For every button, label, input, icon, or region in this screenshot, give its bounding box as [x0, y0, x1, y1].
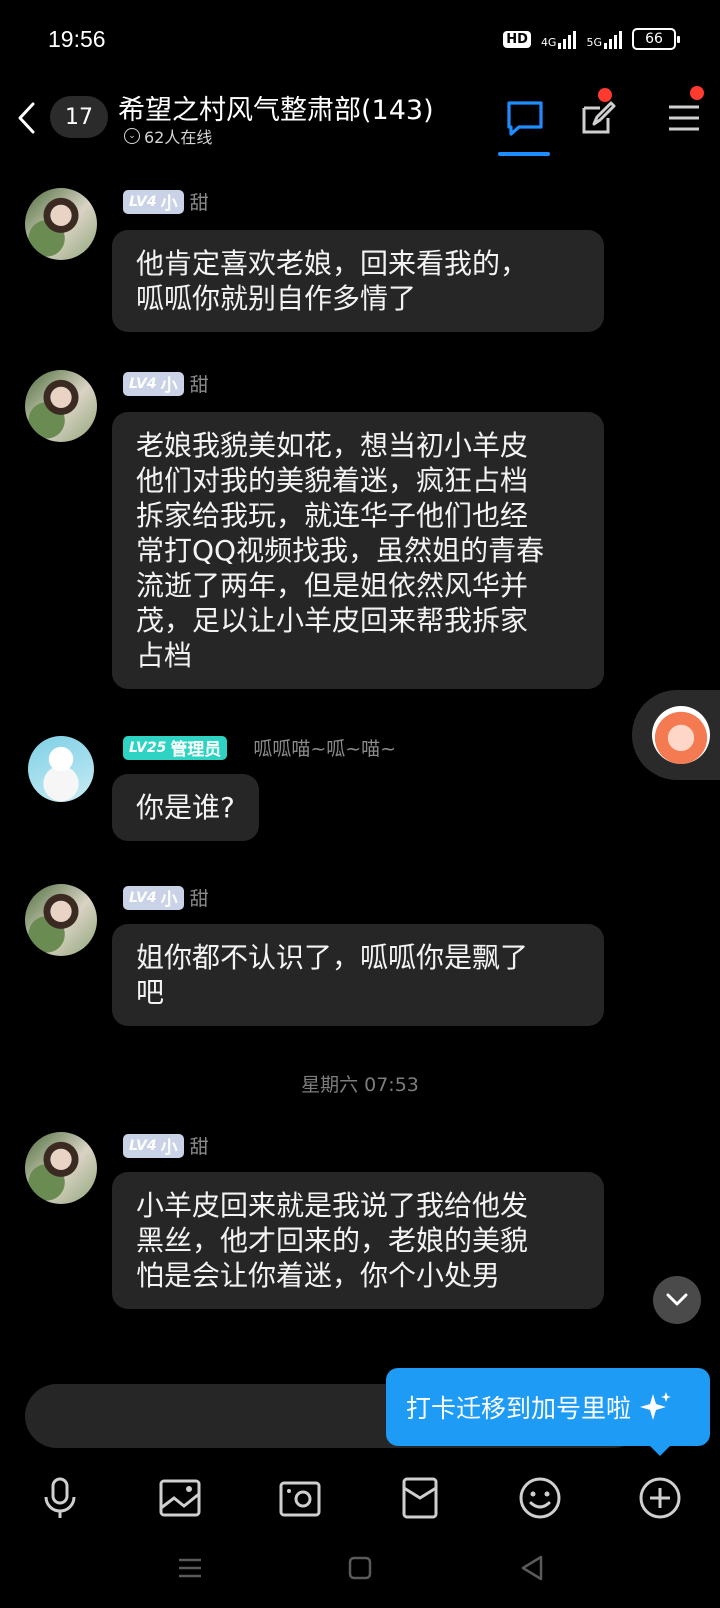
chevron-down-icon	[666, 1293, 688, 1306]
sender-nickname: 呱呱喵~呱~喵~	[253, 738, 397, 760]
plus-icon	[639, 1477, 681, 1519]
admin-level-badge: LV25 管理员	[123, 735, 228, 760]
message-bubble[interactable]: 他肯定喜欢老娘，回来看我的， 呱呱你就别自作多情了	[112, 230, 604, 332]
online-status[interactable]: ⌄ 62人在线	[124, 124, 212, 148]
back-icon	[521, 1555, 543, 1581]
scroll-to-bottom-button[interactable]	[653, 1276, 701, 1324]
chat-bubble-icon	[507, 101, 543, 136]
net-4g-label: 4G	[540, 36, 557, 49]
level-badge: LV4 小	[123, 189, 184, 214]
hamburger-menu-icon	[669, 105, 699, 131]
sender-name-row[interactable]: LV4 小 甜	[123, 188, 209, 215]
group-title[interactable]: 希望之村风气整肃部(143)	[118, 88, 434, 127]
camera-icon	[279, 1481, 321, 1517]
status-bar: 19:56 HD 4G 5G 66	[0, 0, 720, 80]
camera-button[interactable]	[268, 1466, 332, 1530]
floating-assistant-avatar[interactable]	[652, 706, 710, 764]
sparkle-icon	[640, 1392, 672, 1420]
signal-5g-icon: 5G	[586, 29, 622, 49]
image-button[interactable]	[148, 1466, 212, 1530]
tip-text: 打卡迁移到加号里啦	[406, 1394, 632, 1423]
unread-count-badge[interactable]: 17	[50, 96, 108, 138]
battery-level: 66	[645, 31, 663, 47]
online-count-text: 62人在线	[144, 128, 213, 147]
sender-name-row[interactable]: LV4 小 甜	[123, 884, 209, 911]
emoji-button[interactable]	[508, 1466, 572, 1530]
sender-nickname: 甜	[189, 192, 209, 214]
system-back-button[interactable]	[510, 1548, 554, 1588]
avatar[interactable]	[25, 1132, 97, 1204]
message-bubble[interactable]: 姐你都不认识了，呱呱你是飘了 吧	[112, 924, 604, 1026]
menu-notification-dot	[690, 86, 704, 100]
avatar[interactable]	[25, 370, 97, 442]
chat-tab-button[interactable]	[497, 90, 553, 146]
back-arrow-icon[interactable]	[8, 96, 44, 140]
sender-name-row[interactable]: LV4 小 甜	[123, 370, 209, 397]
avatar[interactable]	[28, 736, 94, 802]
edit-notification-dot	[598, 88, 612, 102]
home-icon	[348, 1556, 372, 1580]
status-icons: HD 4G 5G 66	[503, 28, 680, 50]
chevron-down-circle-icon: ⌄	[124, 128, 140, 144]
edit-icon	[582, 101, 616, 134]
red-packet-button[interactable]	[388, 1466, 452, 1530]
red-packet-icon	[402, 1477, 438, 1519]
level-badge: LV4 小	[123, 371, 184, 396]
tip-arrow	[648, 1444, 672, 1456]
sender-nickname: 甜	[189, 1136, 209, 1158]
sender-name-row[interactable]: LV25 管理员 呱呱喵~呱~喵~	[123, 734, 396, 761]
recent-apps-button[interactable]	[168, 1548, 212, 1588]
chat-timestamp: 星期六 07:53	[301, 1074, 419, 1096]
menu-button[interactable]	[656, 90, 712, 146]
level-badge: LV4 小	[123, 1133, 184, 1158]
signal-4g-icon: 4G	[541, 29, 577, 49]
menu-icon	[179, 1558, 201, 1578]
net-5g-label: 5G	[586, 36, 602, 49]
sender-nickname: 甜	[189, 374, 209, 396]
system-navigation-bar	[0, 1530, 720, 1608]
message-bubble[interactable]: 小羊皮回来就是我说了我给他发 黑丝，他才回来的，老娘的美貌 怕是会让你着迷，你个…	[112, 1172, 604, 1309]
active-tab-indicator	[498, 152, 550, 156]
hd-voice-icon: HD	[503, 30, 531, 48]
avatar[interactable]	[25, 884, 97, 956]
chat-header: 17 希望之村风气整肃部(143) ⌄ 62人在线	[0, 80, 720, 160]
image-icon	[159, 1479, 201, 1517]
sender-name-row[interactable]: LV4 小 甜	[123, 1132, 209, 1159]
home-button[interactable]	[338, 1548, 382, 1588]
voice-button[interactable]	[28, 1466, 92, 1530]
level-badge: LV4 小	[123, 885, 184, 910]
clock: 19:56	[48, 26, 106, 52]
emoji-icon	[519, 1477, 561, 1519]
tip-popup[interactable]: 打卡迁移到加号里啦	[386, 1368, 710, 1446]
avatar[interactable]	[25, 188, 97, 260]
message-bubble[interactable]: 你是谁?	[112, 774, 259, 841]
plus-button[interactable]	[628, 1466, 692, 1530]
sender-nickname: 甜	[189, 888, 209, 910]
message-bubble[interactable]: 老娘我貌美如花，想当初小羊皮 他们对我的美貌着迷，疯狂占档 拆家给我玩，就连华子…	[112, 412, 604, 689]
microphone-icon	[44, 1477, 76, 1518]
battery-icon: 66	[632, 28, 680, 50]
